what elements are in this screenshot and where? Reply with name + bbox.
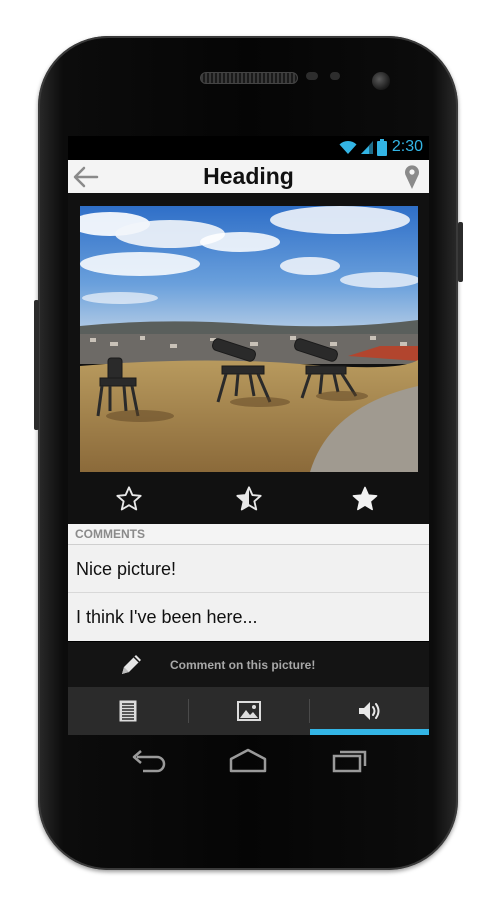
speaker-icon xyxy=(359,702,380,720)
earpiece-speaker xyxy=(200,72,298,84)
document-icon xyxy=(119,700,137,722)
pencil-icon xyxy=(122,655,141,674)
photo[interactable] xyxy=(80,206,418,472)
tab-details[interactable] xyxy=(68,687,188,735)
comment-compose-bar[interactable]: Comment on this picture! xyxy=(68,642,429,687)
comment-text: I think I've been here... xyxy=(76,607,258,627)
rating-button-empty[interactable] xyxy=(115,485,143,513)
rating-row xyxy=(68,475,429,523)
system-nav-bar xyxy=(68,735,429,785)
rating-button-half[interactable] xyxy=(235,485,263,513)
front-camera xyxy=(372,72,390,90)
signal-icon xyxy=(360,141,373,154)
page-title: Heading xyxy=(203,163,294,189)
nav-recents-button[interactable] xyxy=(330,745,370,775)
status-bar: 2:30 xyxy=(68,136,429,160)
tab-bar xyxy=(68,687,429,735)
tab-audio[interactable] xyxy=(310,687,429,735)
screen: 2:30 Heading COMMENTS Nice picture! I th… xyxy=(68,136,429,735)
home-icon xyxy=(229,748,267,773)
image-icon xyxy=(237,701,261,721)
comments-header-label: COMMENTS xyxy=(75,527,145,541)
light-sensor xyxy=(330,72,340,80)
map-pin-icon xyxy=(405,165,419,189)
nav-back-button[interactable] xyxy=(129,745,169,775)
star-full-icon xyxy=(352,486,378,511)
list-item[interactable]: Nice picture! xyxy=(68,545,429,593)
back-icon xyxy=(132,750,166,773)
star-half-icon xyxy=(236,486,262,511)
battery-icon xyxy=(376,138,387,156)
recent-apps-icon xyxy=(332,750,367,773)
action-bar: Heading xyxy=(68,160,429,193)
tab-image[interactable] xyxy=(189,687,309,735)
compose-label: Comment on this picture! xyxy=(170,658,316,672)
power-button xyxy=(458,222,463,282)
photo-image xyxy=(80,206,418,472)
status-time: 2:30 xyxy=(391,138,423,155)
volume-button xyxy=(34,300,39,430)
location-button[interactable] xyxy=(403,164,421,190)
photo-panel xyxy=(68,193,429,524)
comments-header: COMMENTS xyxy=(68,524,429,545)
comment-text: Nice picture! xyxy=(76,559,177,579)
proximity-sensor xyxy=(306,72,318,80)
list-item[interactable]: I think I've been here... xyxy=(68,593,429,641)
wifi-icon xyxy=(339,140,357,154)
rating-button-full[interactable] xyxy=(351,485,379,513)
star-empty-icon xyxy=(116,486,142,511)
nav-home-button[interactable] xyxy=(228,745,268,775)
